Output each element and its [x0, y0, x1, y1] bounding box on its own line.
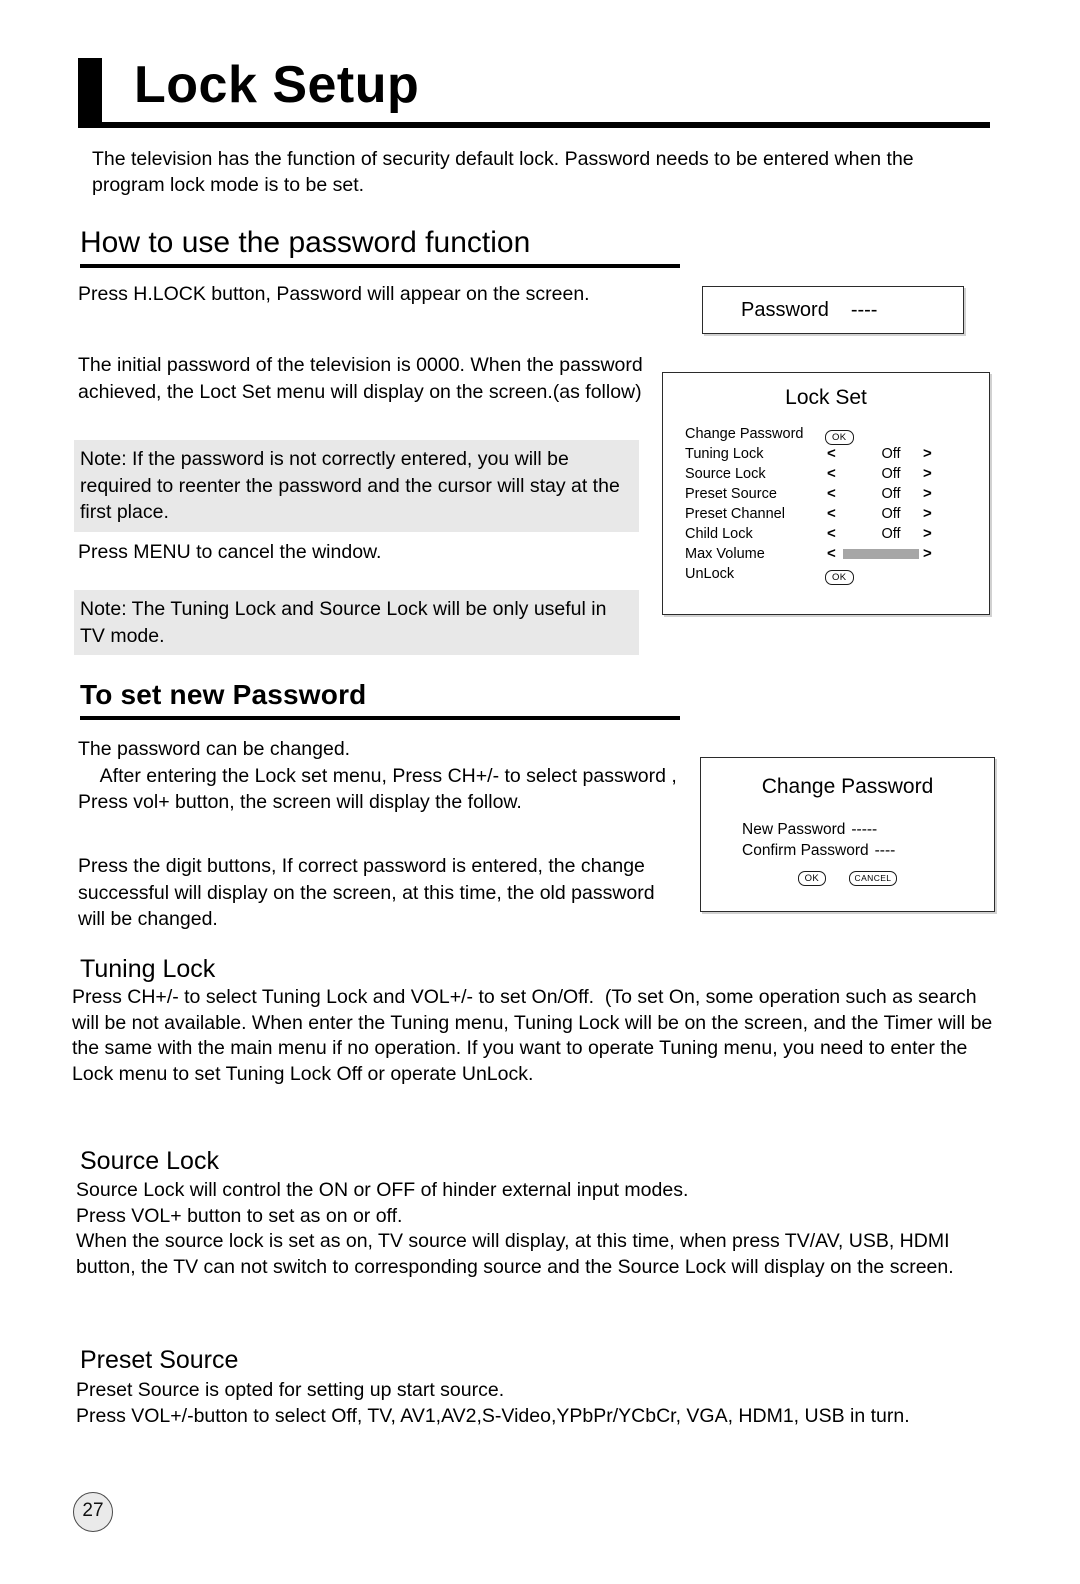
osd-lock-set-row-label: Preset Source — [685, 486, 777, 502]
osd-lock-set-row[interactable]: Change Password OK — [685, 424, 977, 446]
osd-change-password-buttons: OK CANCEL — [701, 868, 994, 886]
chevron-left-icon[interactable]: < — [827, 504, 836, 524]
osd-lock-set-row[interactable]: Preset Channel < Off > — [685, 504, 977, 524]
osd-lock-set-row-label: Tuning Lock — [685, 446, 764, 462]
note-incorrect-password: Note: If the password is not correctly e… — [74, 440, 639, 532]
page-title: Lock Setup — [134, 56, 420, 114]
section-heading-password-function: How to use the password function — [80, 224, 680, 268]
osd-lock-set-row[interactable]: Child Lock < Off > — [685, 524, 977, 544]
osd-change-password-fields: New Password ----- Confirm Password ---- — [742, 819, 895, 861]
osd-lock-set-rows: Change Password OK Tuning Lock < Off > Source … — [685, 424, 977, 586]
chevron-left-icon[interactable]: < — [827, 524, 836, 544]
section-heading-new-password: To set new Password — [80, 676, 680, 720]
osd-lock-set-row-value: Off — [881, 486, 901, 502]
paragraph-press-hlock: Press H.LOCK button, Password will appea… — [78, 283, 590, 305]
manual-page: Lock Setup The television has the functi… — [0, 0, 1080, 1584]
osd-lock-set-row-label: Change Password — [685, 426, 804, 442]
chevron-left-icon[interactable]: < — [827, 444, 836, 464]
osd-ok-button[interactable]: OK — [825, 430, 854, 445]
section-heading-password-function-label: How to use the password function — [80, 226, 531, 259]
section-heading-underline — [80, 264, 680, 268]
osd-lock-set-row-label: Source Lock — [685, 466, 766, 482]
section-heading-new-password-label: To set new Password — [80, 679, 367, 710]
osd-row-ok-wrap: OK — [825, 426, 854, 446]
chevron-right-icon[interactable]: > — [923, 464, 932, 484]
osd-lock-set-row[interactable]: Tuning Lock < Off > — [685, 444, 977, 464]
paragraph-press-digit-buttons: Press the digit buttons, If correct pass… — [78, 855, 655, 930]
osd-lock-set-menu: Lock Set Change Password OK Tuning Lock < Of… — [662, 372, 990, 615]
subsection-heading-preset-source: Preset Source — [80, 1346, 239, 1374]
chevron-left-icon[interactable]: < — [827, 464, 836, 484]
osd-lock-set-row-value: Off — [881, 506, 901, 522]
osd-lock-set-row-label: Child Lock — [685, 526, 753, 542]
page-number: 27 — [73, 1492, 113, 1532]
osd-lock-set-row[interactable]: Preset Source < Off > — [685, 484, 977, 504]
osd-change-password-title: Change Password — [761, 775, 934, 798]
osd-password-dialog: Password ---- — [702, 286, 964, 334]
osd-lock-set-row-label: Preset Channel — [685, 506, 785, 522]
osd-lock-set-row-value: Off — [881, 446, 901, 462]
chevron-right-icon[interactable]: > — [923, 544, 932, 564]
osd-lock-set-row[interactable]: Max Volume < > — [685, 544, 977, 564]
osd-lock-set-row-label: Max Volume — [685, 546, 765, 562]
osd-max-volume-slider[interactable] — [843, 549, 919, 559]
osd-lock-set-row[interactable]: UnLock OK — [685, 564, 977, 586]
osd-cancel-button[interactable]: CANCEL — [848, 871, 898, 886]
paragraph-source-lock: Source Lock will control the ON or OFF o… — [76, 1179, 954, 1278]
section-heading-underline — [80, 716, 680, 720]
chevron-right-icon[interactable]: > — [923, 504, 932, 524]
osd-new-password-value: ----- — [851, 821, 878, 838]
osd-ok-button[interactable]: OK — [797, 871, 827, 886]
osd-row-ok-wrap: OK — [825, 566, 854, 586]
subsection-heading-tuning-lock: Tuning Lock — [80, 955, 216, 983]
intro-paragraph: The television has the function of secur… — [92, 148, 914, 196]
osd-confirm-password-value: ---- — [874, 842, 896, 859]
osd-ok-button[interactable]: OK — [825, 570, 854, 585]
osd-lock-set-row-value: Off — [881, 466, 901, 482]
osd-password-row: Password ---- — [741, 297, 877, 323]
osd-lock-set-title: Lock Set — [785, 386, 867, 409]
chevron-left-icon[interactable]: < — [827, 484, 836, 504]
title-divider — [78, 122, 990, 128]
page-title-area: Lock Setup — [78, 56, 990, 130]
paragraph-initial-password: The initial password of the television i… — [78, 354, 643, 403]
paragraph-tuning-lock: Press CH+/- to select Tuning Lock and VO… — [72, 986, 998, 1085]
chevron-right-icon[interactable]: > — [923, 444, 932, 464]
osd-password-value: ---- — [850, 299, 878, 321]
subsection-heading-source-lock: Source Lock — [80, 1147, 219, 1175]
paragraph-press-menu: Press MENU to cancel the window. — [78, 541, 382, 563]
osd-lock-set-row-value: Off — [881, 526, 901, 542]
title-block-decoration — [78, 58, 102, 122]
osd-new-password-label: New Password — [742, 821, 846, 838]
osd-lock-set-row-label: UnLock — [685, 566, 735, 582]
osd-lock-set-row[interactable]: Source Lock < Off > — [685, 464, 977, 484]
chevron-right-icon[interactable]: > — [923, 524, 932, 544]
chevron-left-icon[interactable]: < — [827, 544, 836, 564]
paragraph-preset-source: Preset Source is opted for setting up st… — [76, 1379, 910, 1427]
osd-new-password-row: New Password ----- — [742, 819, 895, 840]
osd-password-label: Password — [741, 299, 829, 321]
osd-change-password-dialog: Change Password New Password ----- Confir… — [700, 757, 995, 912]
osd-confirm-password-label: Confirm Password — [742, 842, 869, 859]
paragraph-password-can-be-changed: The password can be changed. After enter… — [78, 738, 677, 813]
note-tv-mode-only: Note: The Tuning Lock and Source Lock wi… — [74, 590, 639, 655]
osd-confirm-password-row: Confirm Password ---- — [742, 840, 895, 861]
chevron-right-icon[interactable]: > — [923, 484, 932, 504]
